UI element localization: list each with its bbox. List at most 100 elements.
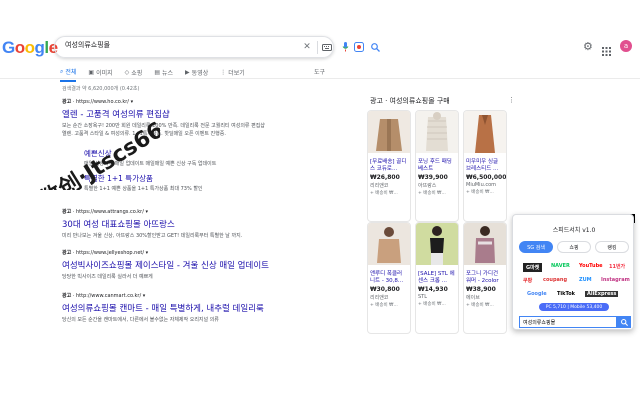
tab-ranking[interactable]: 랭킹 bbox=[595, 241, 629, 253]
product-price: ₩39,900 bbox=[418, 174, 448, 181]
mic-icon[interactable] bbox=[339, 41, 351, 53]
product-image bbox=[368, 223, 410, 265]
tab-shopping[interactable]: 쇼핑 bbox=[557, 241, 591, 253]
result-url-line: 광고 · https://www.attrangs.co.kr/ ▾ bbox=[62, 209, 149, 215]
extension-search-input[interactable] bbox=[519, 316, 617, 328]
mall-link-zum[interactable]: ZUM bbox=[579, 277, 592, 283]
product-card[interactable]: 앤루디 폭클러 니트 - 30,8... ₩30,800 리리앤코 + 배송비 … bbox=[367, 222, 411, 334]
product-price: ₩26,800 bbox=[370, 174, 400, 181]
tab-label: 쇼핑 bbox=[131, 70, 143, 77]
mall-link-11st[interactable]: 11번가 bbox=[609, 263, 625, 270]
result-url-tail: .co.kr/ bbox=[113, 99, 129, 105]
tab-label: 더보기 bbox=[228, 70, 245, 77]
product-card[interactable]: 포그니 가디건 워머 - 2color ₩38,900 에이브 + 배송비 ₩.… bbox=[463, 222, 507, 334]
product-image bbox=[368, 111, 410, 153]
result-url: http://www.canmart.co.kr/ bbox=[75, 293, 142, 299]
result-title-link[interactable]: 30대 여성 대표쇼핑몰 아뜨랑스 bbox=[62, 218, 352, 230]
product-store: STL bbox=[418, 294, 428, 300]
result-description: 엘렌. 고품격 스타일 & 여성의류. 1+1특가상품. 핫딜매일 오픈 이벤트… bbox=[62, 131, 226, 137]
mall-link-google[interactable]: Google bbox=[527, 291, 547, 297]
tab-shopping[interactable]: ◇ 쇼핑 bbox=[125, 67, 143, 82]
result-url: https://www.jellyeshop.net/ bbox=[75, 250, 145, 256]
mall-link-coupang-kr[interactable]: 쿠팡 bbox=[523, 277, 532, 284]
result-description: 당당한 빅사이즈 데일리룩 실라서 더 예쁘게 bbox=[62, 274, 153, 280]
avatar[interactable]: a bbox=[620, 40, 632, 52]
keyboard-icon[interactable] bbox=[321, 41, 333, 53]
google-logo[interactable]: Google bbox=[2, 38, 58, 58]
search-icon[interactable] bbox=[369, 41, 381, 53]
search-box: ✕ bbox=[54, 36, 380, 58]
more-options-icon[interactable]: ⋮ bbox=[508, 96, 515, 104]
product-title: 포닝 후드 패딩 베스트 bbox=[418, 159, 452, 172]
ad-label: 광고 bbox=[62, 209, 72, 215]
sitelink[interactable]: 예쁜신상 bbox=[84, 148, 112, 159]
logo-letter: G bbox=[2, 38, 15, 57]
product-title: [SALE] STL 에센스 크롭 ... bbox=[418, 271, 455, 284]
apps-grid-icon[interactable] bbox=[602, 41, 611, 60]
tab-news[interactable]: ▤ 뉴스 bbox=[154, 67, 173, 82]
close-icon[interactable]: ✕ bbox=[301, 41, 313, 53]
product-shipping: + 배송비 ₩... bbox=[370, 303, 398, 308]
tab-label: 뉴스 bbox=[162, 70, 174, 77]
mall-link-youtube[interactable]: YouTube bbox=[579, 263, 603, 269]
mall-link-naver[interactable]: NAVER bbox=[551, 263, 570, 269]
search-result: 광고 · https://www.attrangs.co.kr/ ▾ 30대 여… bbox=[62, 208, 352, 240]
tab-search[interactable]: SG 검색 bbox=[519, 241, 553, 253]
mall-link-instagram[interactable]: Instagram bbox=[601, 277, 630, 283]
search-divider bbox=[317, 41, 318, 54]
product-card[interactable]: 포닝 후드 패딩 베스트 ₩39,900 아뜨랑스 + 배송비 ₩... bbox=[415, 110, 459, 222]
mall-link-tiktok[interactable]: TikTok bbox=[557, 291, 575, 297]
product-price: ₩38,900 bbox=[466, 286, 496, 293]
search-tabs: ⌕ 전체 ▣ 이미지 ◇ 쇼핑 ▤ 뉴스 ▶ 동영상 ⋮ 더보기 bbox=[60, 67, 245, 82]
mall-link-coupang[interactable]: coupang bbox=[543, 277, 567, 283]
logo-letter: g bbox=[34, 38, 45, 57]
logo-letter: o bbox=[14, 38, 25, 57]
product-card[interactable]: [무료배송] 골디스 코듀로... ₩26,800 리리앤코 + 배송비 ₩..… bbox=[367, 110, 411, 222]
news-icon: ▤ bbox=[154, 69, 160, 76]
product-shipping: + 배송비 ₩... bbox=[418, 191, 446, 196]
product-store: MiuMiu.com bbox=[466, 182, 497, 188]
result-url-line: 광고 · http://www.canmart.co.kr/ ▾ bbox=[62, 293, 146, 299]
extension-title: 스피드서치 v1.0 bbox=[552, 227, 596, 234]
result-title-link[interactable]: 엘렌 - 고품격 여성의류 편집샵 bbox=[62, 108, 352, 120]
tab-images[interactable]: ▣ 이미지 bbox=[88, 67, 112, 82]
product-title: 앤루디 폭클러 니트 - 30,8... bbox=[370, 271, 404, 284]
result-stats: 검색결과 약 6,620,000개 (0.42초) bbox=[62, 86, 140, 92]
sitelink-description: 특별한 1+1 예쁜 상품을 1+1 특가상품 최대 73% 할인 bbox=[84, 186, 203, 192]
product-shipping: + 배송비 ₩... bbox=[466, 190, 494, 195]
result-title-link[interactable]: 여성빅사이즈쇼핑몰 제이스타일 - 겨울 신상 매일 업데이트 bbox=[62, 259, 352, 271]
product-title: 미우미우 싱글 브레스티드 ... bbox=[466, 159, 499, 172]
tools-button[interactable]: 도구 bbox=[314, 67, 325, 76]
gear-icon[interactable]: ⚙ bbox=[583, 40, 593, 53]
product-store: 에이브 bbox=[466, 295, 480, 301]
mall-link-aliexpress[interactable]: AliExpress bbox=[585, 291, 619, 297]
speed-search-extension: 스피드서치 v1.0 SG 검색 쇼핑 랭킹 G마켓 NAVER YouTube… bbox=[512, 214, 634, 330]
search-button[interactable] bbox=[617, 316, 631, 328]
sitelink[interactable]: 특별한 1+1 특가상품 bbox=[84, 173, 153, 184]
result-url: https://www.ho bbox=[75, 99, 114, 105]
product-card[interactable]: 미우미우 싱글 브레스티드 ... ₩6,500,000 MiuMiu.com … bbox=[463, 110, 507, 222]
ad-label: 광고 bbox=[62, 293, 72, 299]
mall-link-gmarket[interactable]: G마켓 bbox=[523, 263, 543, 272]
tab-videos[interactable]: ▶ 동영상 bbox=[185, 67, 208, 82]
search-volume-badge: PC 5,710 | Mobile 53,400 bbox=[539, 303, 609, 311]
lens-icon[interactable] bbox=[353, 41, 365, 53]
product-shipping: + 배송비 ₩... bbox=[466, 303, 494, 308]
tabs-divider bbox=[0, 78, 640, 79]
result-title-link[interactable]: 여성의류쇼핑몰 캔마트 - 매일 특별하게, 내추럴 데일리룩 bbox=[62, 302, 352, 314]
product-title: [무료배송] 골디스 코듀로... bbox=[370, 159, 407, 172]
tab-all[interactable]: ⌕ 전체 bbox=[60, 67, 77, 82]
product-store: 리리앤코 bbox=[370, 183, 389, 189]
product-image bbox=[416, 111, 458, 153]
sitelink-description: 매일 신상의류 매일 업데이트 매일매일 예쁜 신상 구독 업데이트 bbox=[84, 161, 217, 167]
result-description: 당신의 모든 순간을 캔마트에서, 다른에서 볼수없는 자체제작 오리지널 의류 bbox=[62, 317, 219, 323]
product-price: ₩30,800 bbox=[370, 286, 400, 293]
tab-more[interactable]: ⋮ 더보기 bbox=[220, 67, 245, 82]
more-icon: ⋮ bbox=[220, 69, 227, 76]
product-price: ₩6,500,000 bbox=[466, 174, 507, 181]
tag-icon: ◇ bbox=[124, 69, 130, 76]
product-card[interactable]: [SALE] STL 에센스 크롭 ... ₩14,930 STL + 배송비 … bbox=[415, 222, 459, 334]
search-input[interactable] bbox=[65, 41, 245, 49]
product-store: 아뜨랑스 bbox=[418, 183, 437, 189]
product-title: 포그니 가디건 워머 - 2color bbox=[466, 271, 499, 284]
